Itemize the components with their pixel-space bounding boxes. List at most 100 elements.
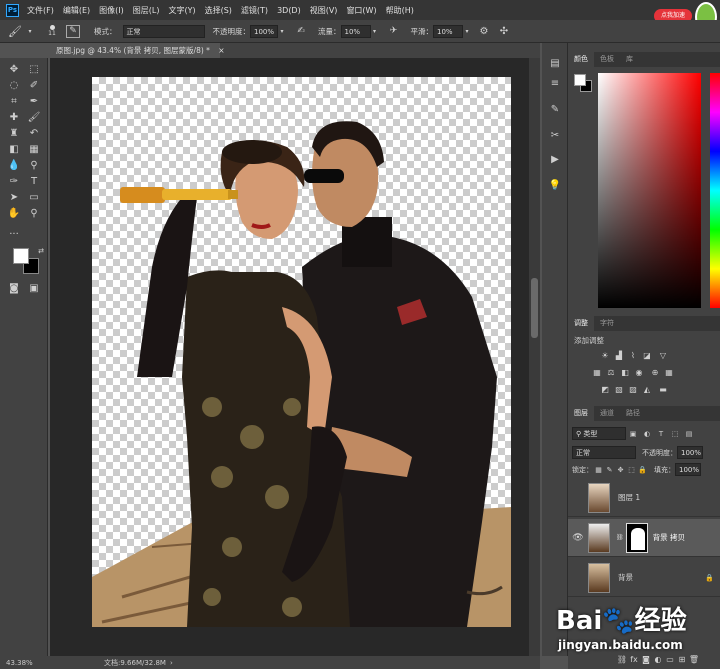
tool-presets-icon[interactable]: ✂	[547, 129, 563, 143]
pen-tool-icon[interactable]: ✑	[6, 175, 22, 189]
lock-all-icon[interactable]: 🔒	[637, 466, 648, 474]
menu-select[interactable]: 选择(S)	[205, 5, 232, 16]
crop-tool-icon[interactable]: ⌗	[6, 95, 22, 109]
chevron-down-icon[interactable]: ▾	[371, 28, 379, 35]
eraser-tool-icon[interactable]: ◧	[6, 143, 22, 157]
marquee-tool-icon[interactable]: ⬚	[26, 63, 42, 77]
menu-image[interactable]: 图像(I)	[99, 5, 124, 16]
chevron-down-icon[interactable]: ▾	[26, 28, 34, 35]
swap-colors-icon[interactable]: ⇄	[33, 244, 49, 258]
lock-artboard-icon[interactable]: ⬚	[626, 466, 637, 474]
move-tool-icon[interactable]: ✥	[6, 63, 22, 77]
layer-mask-thumbnail[interactable]	[625, 522, 648, 553]
chevron-right-icon[interactable]: ›	[170, 659, 173, 667]
brush-tool-icon[interactable]: 🖌	[26, 111, 42, 125]
quick-select-icon[interactable]: ✐	[26, 79, 42, 93]
tab-paths[interactable]: 路径	[620, 406, 646, 421]
curves-icon[interactable]: ⌇	[628, 351, 638, 360]
layer-opacity-field[interactable]: 100%	[677, 446, 703, 459]
blur-tool-icon[interactable]: 💧	[6, 159, 22, 173]
layer-row-background-copy[interactable]: 👁 ⛓ 背景 拷贝	[568, 519, 720, 557]
menu-file[interactable]: 文件(F)	[27, 5, 54, 16]
layer-row-layer1[interactable]: 图层 1	[568, 479, 720, 517]
levels-icon[interactable]: ▟	[614, 351, 624, 360]
color-balance-icon[interactable]: ⚖	[606, 368, 616, 377]
brush-settings-icon[interactable]: ✎	[547, 103, 563, 117]
filter-smart-icon[interactable]: ▤	[682, 430, 696, 438]
menu-type[interactable]: 文字(Y)	[168, 5, 195, 16]
gear-icon[interactable]: ⚙	[477, 26, 491, 37]
opacity-field[interactable]: 100%	[250, 24, 278, 38]
tab-character[interactable]: 字符	[594, 316, 620, 331]
airbrush-icon[interactable]: ✈	[387, 26, 401, 36]
exposure-icon[interactable]: ◪	[642, 351, 652, 360]
menu-help[interactable]: 帮助(H)	[386, 5, 414, 16]
filter-pixel-icon[interactable]: ▣	[626, 430, 640, 438]
flow-field[interactable]: 10%	[340, 24, 371, 38]
chevron-down-icon[interactable]: ▾	[278, 28, 286, 35]
menu-filter[interactable]: 滤镜(T)	[241, 5, 268, 16]
pressure-opacity-icon[interactable]: ✍	[294, 26, 308, 36]
gradient-tool-icon[interactable]: ▦	[26, 143, 42, 157]
shape-tool-icon[interactable]: ▭	[26, 191, 42, 205]
lock-pixels-icon[interactable]: ✎	[604, 466, 615, 474]
tab-layers[interactable]: 图层	[568, 406, 594, 421]
lock-position-icon[interactable]: ✥	[615, 466, 626, 474]
channel-mixer-icon[interactable]: ⊕	[650, 368, 660, 377]
history-panel-icon[interactable]: ▤	[547, 57, 563, 71]
tab-libraries[interactable]: 库	[620, 52, 639, 67]
info-panel-icon[interactable]: 💡	[547, 179, 563, 193]
eyedropper-icon[interactable]: ✒	[26, 95, 42, 109]
filter-shape-icon[interactable]: ⬚	[668, 430, 682, 438]
menu-layer[interactable]: 图层(L)	[133, 5, 160, 16]
fill-field[interactable]: 100%	[675, 463, 701, 476]
path-select-icon[interactable]: ➤	[6, 191, 22, 205]
color-field[interactable]	[598, 73, 701, 308]
layer-name[interactable]: 图层 1	[618, 492, 640, 503]
filter-adjust-icon[interactable]: ◐	[640, 430, 654, 438]
type-tool-icon[interactable]: T	[26, 175, 42, 189]
brush-preset-picker[interactable]: 11	[46, 25, 58, 37]
foreground-color-swatch-front[interactable]	[13, 248, 29, 264]
blend-mode-select[interactable]: 正常	[572, 446, 636, 459]
dodge-tool-icon[interactable]: ⚲	[26, 159, 42, 173]
mode-select[interactable]: 正常	[122, 24, 205, 38]
lock-transparency-icon[interactable]: ▦	[593, 466, 604, 474]
menu-window[interactable]: 窗口(W)	[346, 5, 376, 16]
close-icon[interactable]: ×	[218, 46, 224, 55]
quick-mask-icon[interactable]: ◙	[6, 282, 22, 296]
brush-tool-icon[interactable]: 🖌	[4, 25, 26, 38]
posterize-icon[interactable]: ▧	[614, 385, 624, 394]
vibrance-icon[interactable]: ▽	[658, 351, 668, 360]
hue-saturation-icon[interactable]: ▦	[592, 368, 602, 377]
menu-3d[interactable]: 3D(D)	[277, 6, 301, 15]
symmetry-icon[interactable]: ✣	[497, 26, 511, 37]
vertical-scrollbar[interactable]	[529, 58, 540, 656]
black-white-icon[interactable]: ◧	[620, 368, 630, 377]
tab-color[interactable]: 颜色	[568, 52, 594, 67]
color-fg-swatch[interactable]	[574, 74, 586, 86]
tab-adjustments[interactable]: 调整	[568, 316, 594, 331]
layer-kind-filter[interactable]: ⚲ 类型	[572, 427, 626, 440]
zoom-level[interactable]: 43.38%	[6, 659, 54, 667]
clone-stamp-icon[interactable]: ♜	[6, 127, 22, 141]
eye-icon[interactable]: 👁	[568, 533, 588, 543]
history-brush-icon[interactable]: ↶	[26, 127, 42, 141]
tab-channels[interactable]: 通道	[594, 406, 620, 421]
threshold-icon[interactable]: ▨	[628, 385, 638, 394]
brush-panel-icon[interactable]: ✎	[66, 24, 80, 38]
tab-swatches[interactable]: 色板	[594, 52, 620, 67]
photo-filter-icon[interactable]: ◉	[634, 368, 644, 377]
more-tools-icon[interactable]: ···	[6, 228, 22, 242]
menu-view[interactable]: 视图(V)	[310, 5, 338, 16]
properties-panel-icon[interactable]: ≡	[547, 77, 563, 91]
brightness-contrast-icon[interactable]: ☀	[600, 351, 610, 360]
layer-name[interactable]: 背景 拷贝	[653, 532, 685, 543]
photoshop-logo[interactable]: Ps	[6, 3, 19, 17]
link-icon[interactable]: ⛓	[616, 534, 624, 541]
filter-type-icon[interactable]: T	[654, 430, 668, 438]
chevron-down-icon[interactable]: ▾	[463, 28, 471, 35]
invert-icon[interactable]: ◩	[600, 385, 610, 394]
screen-mode-icon[interactable]: ▣	[26, 282, 42, 296]
healing-brush-icon[interactable]: ✚	[6, 111, 22, 125]
